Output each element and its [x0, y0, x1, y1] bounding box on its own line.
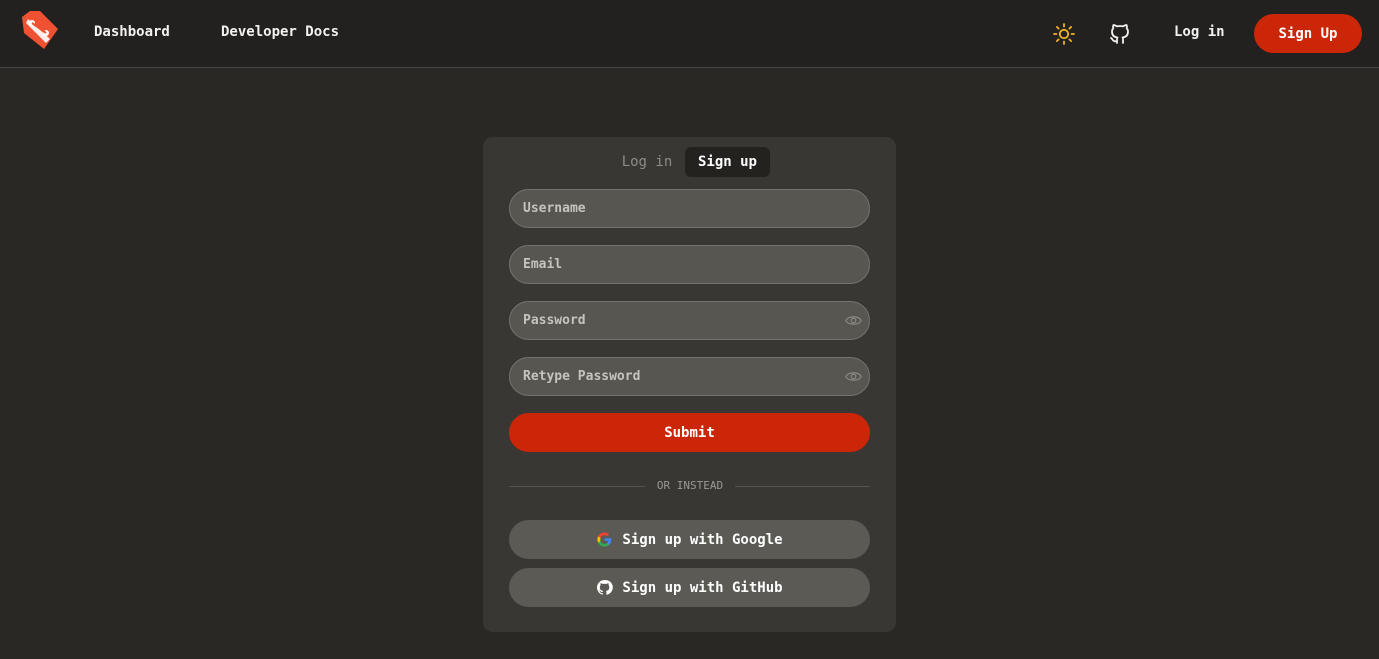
sun-icon[interactable]: [1052, 22, 1076, 46]
github-icon[interactable]: [1108, 22, 1132, 46]
auth-card: Log in Sign up Submit OR INSTEAD Sign up…: [483, 137, 896, 632]
divider: [735, 486, 870, 487]
github-icon: [597, 580, 614, 595]
submit-button[interactable]: Submit: [509, 413, 870, 452]
header-signup-button[interactable]: Sign Up: [1254, 14, 1362, 53]
divider: [509, 486, 645, 487]
header-login-link[interactable]: Log in: [1174, 24, 1225, 40]
google-signup-button[interactable]: Sign up with Google: [509, 520, 870, 559]
email-field[interactable]: [509, 245, 870, 284]
username-field[interactable]: [509, 189, 870, 228]
github-signup-label: Sign up with GitHub: [622, 579, 783, 596]
retype-password-field[interactable]: [509, 357, 870, 396]
nav-dashboard-link[interactable]: Dashboard: [94, 24, 170, 40]
google-icon: [597, 532, 612, 547]
git-logo-icon[interactable]: [20, 9, 60, 51]
tab-sign-up[interactable]: Sign up: [685, 147, 770, 177]
google-signup-label: Sign up with Google: [622, 531, 783, 548]
github-signup-button[interactable]: Sign up with GitHub: [509, 568, 870, 607]
eye-icon[interactable]: [845, 370, 862, 383]
divider-label: OR INSTEAD: [656, 479, 724, 492]
top-navbar: Dashboard Developer Docs Log in Sign Up: [0, 0, 1379, 68]
eye-icon[interactable]: [845, 314, 862, 327]
tab-log-in[interactable]: Log in: [613, 147, 681, 177]
password-field[interactable]: [509, 301, 870, 340]
nav-developer-docs-link[interactable]: Developer Docs: [221, 24, 339, 40]
